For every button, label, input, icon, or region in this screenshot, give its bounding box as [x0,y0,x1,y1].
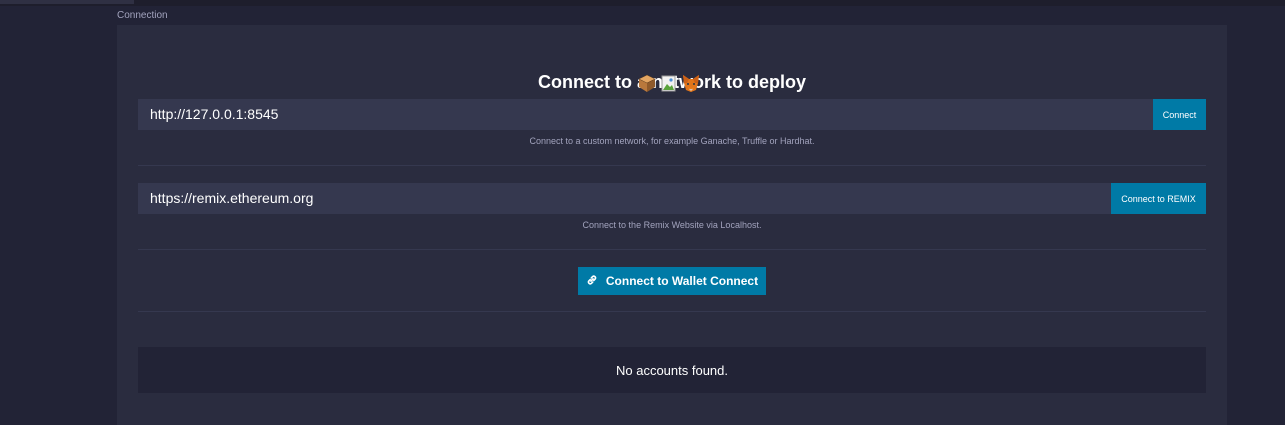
remix-url-input[interactable] [138,183,1111,214]
top-bar [0,0,1285,6]
custom-network-input[interactable] [138,99,1153,130]
section-label: Connection [117,10,168,21]
no-accounts-message: No accounts found. [615,362,729,378]
link-icon [586,274,598,289]
divider [138,249,1206,250]
remix-row: Connect to REMIX [138,183,1206,214]
connect-wallet-connect-button[interactable]: Connect to Wallet Connect [578,267,766,295]
divider [138,311,1206,312]
custom-network-row: Connect [138,99,1206,130]
top-tab[interactable] [0,0,134,4]
custom-network-hint: Connect to a custom network, for example… [529,136,815,146]
metamask-fox-icon[interactable] [681,73,701,93]
remix-hint: Connect to the Remix Website via Localho… [582,220,762,230]
wallet-connect-label: Connect to Wallet Connect [605,274,759,288]
provider-icons [637,73,701,93]
connect-to-remix-button[interactable]: Connect to REMIX [1111,183,1206,214]
connect-button[interactable]: Connect [1153,99,1206,130]
ganache-box-icon[interactable] [637,73,657,93]
broken-image-icon[interactable] [659,73,679,93]
accounts-list: No accounts found. [138,347,1206,393]
divider [138,165,1206,166]
connection-panel: Connect to a network to deploy [117,25,1227,425]
